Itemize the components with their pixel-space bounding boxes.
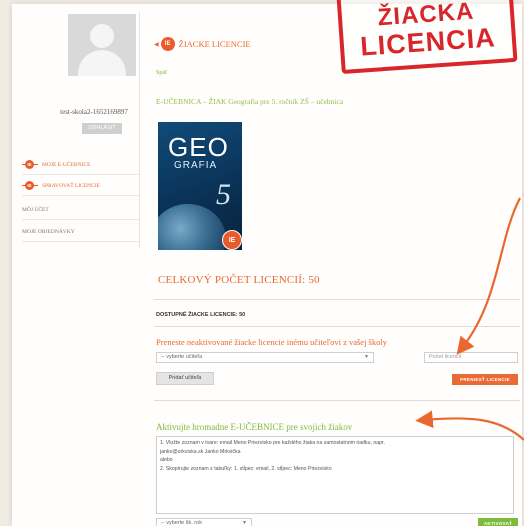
sidebar-item-label: MÔJ ÚČET	[22, 206, 49, 213]
licence-stamp: ŽIACKA LICENCIA	[336, 0, 518, 75]
instruction-line: 2. Skopírujte zoznam z tabuľky: 1. stĺpe…	[160, 465, 332, 472]
app-window: test-skola2-1652169897 ODHLÁSIŤ IE MOJE …	[12, 4, 522, 526]
licence-count-input[interactable]: Počet licencií	[424, 352, 518, 363]
divider	[154, 326, 520, 327]
chevron-down-icon: ▼	[364, 354, 369, 360]
cover-title: GEO	[168, 132, 229, 162]
activate-title: Aktivujte hromadne E-UČEBNICE pre svojic…	[156, 422, 353, 432]
sidebar-item-label: SPRAVOVAŤ LICENCIE	[42, 182, 101, 189]
school-year-select[interactable]: -- vyberte šk. rok ▼	[156, 518, 252, 526]
arrow-left-icon: ◀	[154, 41, 159, 48]
main-content: ◀ IE ŽIACKE LICENCIE Späť E-UČEBNICA – Ž…	[152, 4, 522, 526]
divider	[154, 299, 520, 300]
chevron-down-icon: ▼	[242, 520, 247, 526]
ie-logo-icon: IE	[222, 230, 242, 250]
sidebar-item-manage-licences[interactable]: IE SPRAVOVAŤ LICENCIE	[22, 176, 140, 196]
page-title-text: ŽIACKE LICENCIE	[178, 39, 251, 49]
available-licences: DOSTUPNÉ ŽIACKE LICENCIE: 50	[156, 312, 246, 318]
ie-logo-icon: IE	[22, 160, 38, 169]
sidebar-item-my-textbooks[interactable]: IE MOJE E-UČEBNICE	[22, 155, 140, 175]
instruction-line: alebo	[160, 457, 173, 463]
sidebar-item-label: MOJE OBJEDNÁVKY	[22, 228, 75, 235]
username: test-skola2-1652169897	[60, 108, 128, 116]
avatar-body-icon	[78, 50, 126, 76]
cover-subtitle: GRAFIA	[174, 160, 218, 171]
transfer-title: Preneste neaktivované žiacke licencie in…	[156, 337, 387, 347]
teacher-select[interactable]: -- vyberte učiteľa ▼	[156, 352, 374, 363]
back-link[interactable]: Späť	[156, 70, 168, 76]
sidebar-item-my-orders[interactable]: MOJE OBJEDNÁVKY	[22, 222, 140, 242]
total-licences: CELKOVÝ POČET LICENCIÍ: 50	[158, 274, 320, 286]
avatar-head-icon	[90, 24, 114, 48]
page-background: test-skola2-1652169897 ODHLÁSIŤ IE MOJE …	[0, 0, 524, 526]
transfer-licences-button[interactable]: PRENIESŤ LICENCIE	[452, 374, 518, 385]
ie-logo-icon: IE	[22, 181, 38, 190]
student-list-textarea[interactable]: 1. Vložte zoznam v tvare: email Meno Pri…	[156, 436, 514, 514]
book-cover: GEO GRAFIA 5 IE	[158, 122, 242, 250]
page-title: ◀ IE ŽIACKE LICENCIE	[154, 37, 251, 51]
divider	[154, 400, 520, 401]
cover-number: 5	[216, 178, 231, 211]
activate-button[interactable]: AKTIVOVAŤ	[478, 518, 518, 526]
ie-logo-icon: IE	[160, 37, 175, 51]
add-teacher-button[interactable]: Pridať učiteľa	[156, 372, 214, 385]
instruction-line: janko@orkviska.sk Janko Mrkvička	[160, 448, 241, 455]
sidebar-item-label: MOJE E-UČEBNICE	[42, 161, 91, 168]
logout-button[interactable]: ODHLÁSIŤ	[82, 123, 122, 134]
sidebar: test-skola2-1652169897 ODHLÁSIŤ IE MOJE …	[22, 12, 140, 248]
teacher-select-value: -- vyberte učiteľa	[161, 354, 203, 360]
sidebar-item-my-account[interactable]: MÔJ ÚČET	[22, 200, 140, 220]
school-year-select-value: -- vyberte šk. rok	[161, 520, 202, 526]
book-title: E-UČEBNICA – ŽIAK Geografia pre 5. roční…	[156, 97, 344, 106]
avatar	[68, 14, 136, 76]
instruction-line: 1. Vložte zoznam v tvare: email Meno Pri…	[160, 440, 385, 446]
